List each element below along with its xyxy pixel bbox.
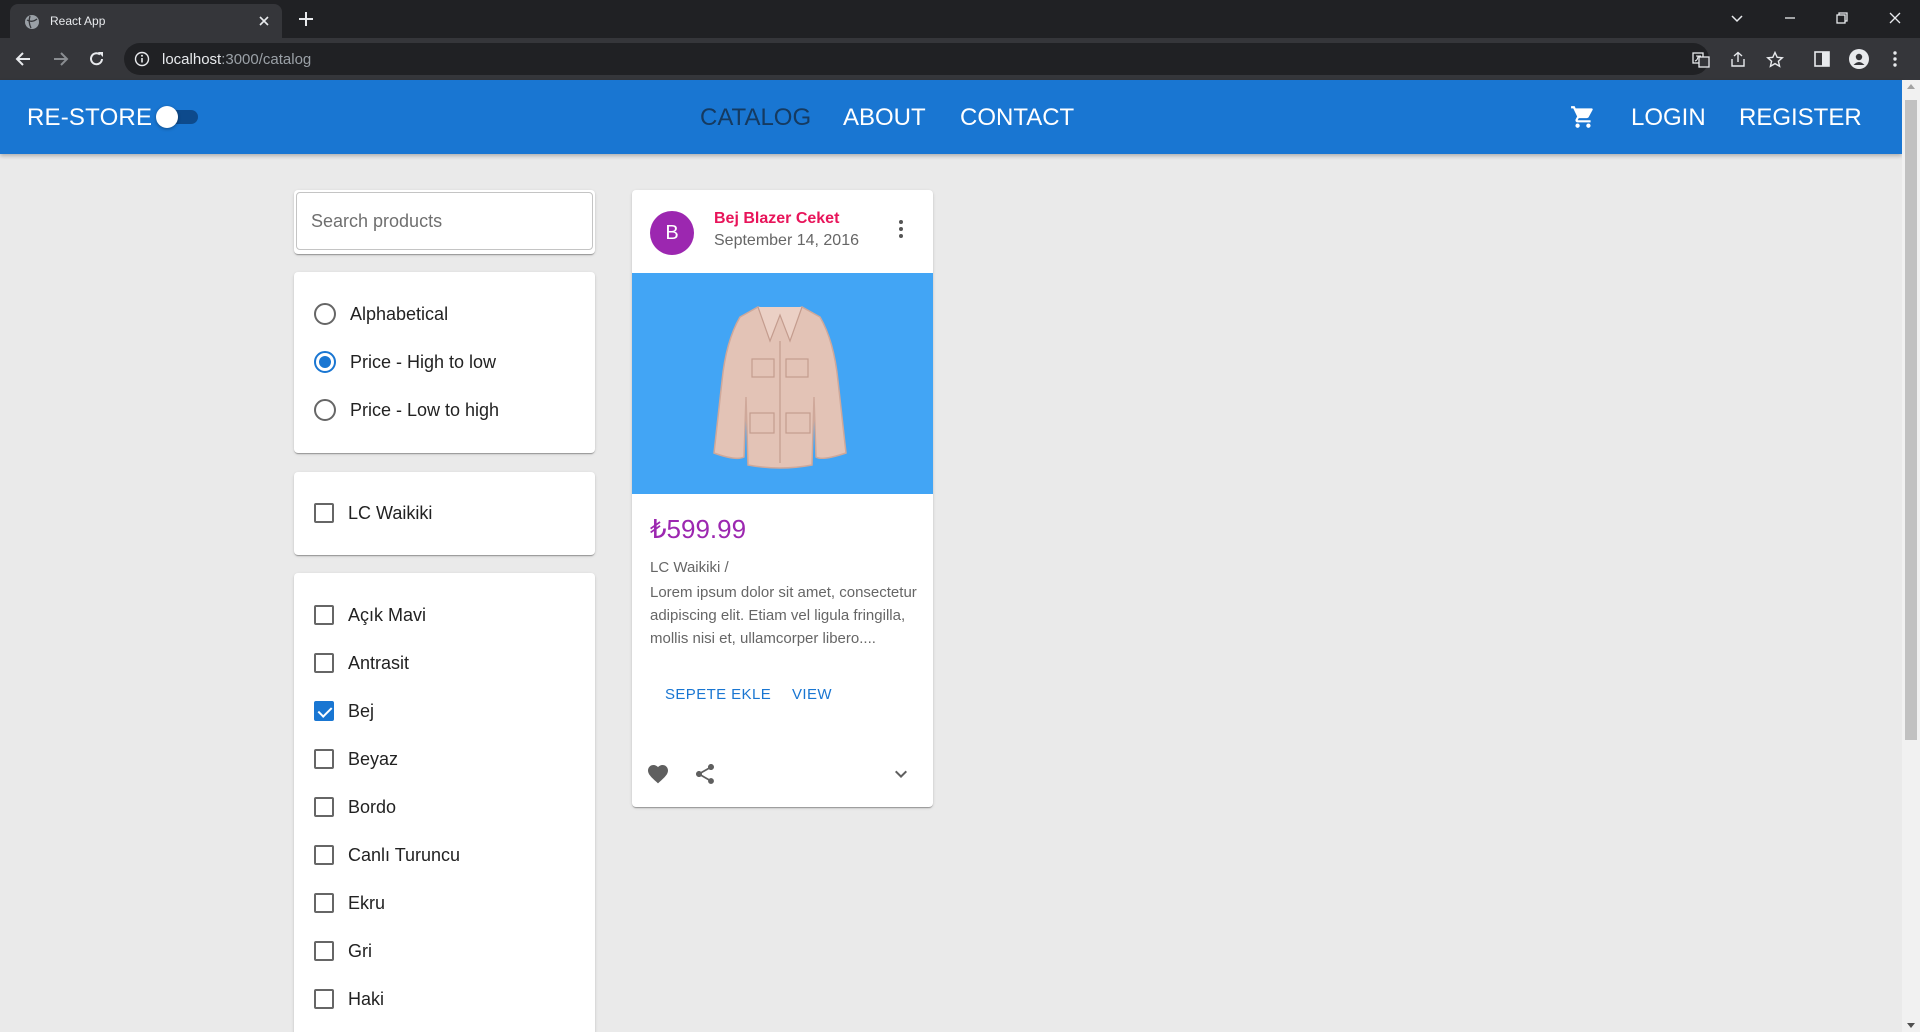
type-filter-item[interactable]: Bej [314, 696, 374, 726]
close-tab-icon[interactable] [256, 13, 272, 29]
add-to-cart-button[interactable]: SEPETE EKLE [665, 686, 771, 703]
type-filter-label: Bej [348, 700, 375, 721]
forward-icon[interactable] [50, 49, 70, 69]
type-filter-item[interactable]: Açık Mavi [314, 600, 426, 630]
share-icon[interactable] [1729, 51, 1747, 69]
type-filter-item[interactable]: Antrasit [314, 648, 409, 678]
reload-icon[interactable] [87, 49, 107, 69]
sort-option-alphabetical[interactable]: Alphabetical [314, 299, 448, 329]
avatar: B [650, 211, 694, 255]
type-filter-item[interactable]: Ekru [314, 888, 385, 918]
product-title: Bej Blazer Ceket [714, 210, 840, 227]
scrollbar-thumb[interactable] [1905, 100, 1917, 740]
favorite-icon[interactable] [646, 762, 670, 786]
address-bar: localhost:3000/catalog [0, 38, 1920, 80]
sort-option-label: Price - High to low [350, 351, 497, 372]
type-filter-item[interactable]: Canlı Turuncu [314, 840, 460, 870]
info-icon[interactable] [134, 51, 150, 67]
product-description: Lorem ipsum dolor sit amet, consectetur … [650, 584, 917, 647]
restore-icon[interactable] [1832, 8, 1852, 28]
tab-title: React App [50, 14, 106, 28]
scroll-down-arrow[interactable] [1907, 1023, 1915, 1028]
product-date: September 14, 2016 [714, 232, 859, 249]
jacket-image [713, 306, 847, 469]
checkbox[interactable] [314, 605, 334, 625]
new-tab-icon[interactable] [296, 9, 316, 29]
search-input[interactable] [296, 192, 593, 250]
bookmark-star-icon[interactable] [1766, 51, 1784, 69]
type-filter-label: Antrasit [348, 652, 410, 673]
checkbox[interactable] [314, 653, 334, 673]
page-scrollbar[interactable] [1902, 80, 1920, 1032]
profile-icon[interactable] [1849, 49, 1869, 69]
checkbox[interactable] [314, 503, 334, 523]
shopping-cart-icon[interactable] [1570, 104, 1596, 130]
expand-more-icon[interactable] [889, 762, 913, 786]
back-icon[interactable] [14, 49, 34, 69]
side-panel-icon[interactable] [1812, 49, 1832, 69]
radio-button[interactable] [314, 303, 336, 325]
product-price: ₺599.99 [650, 514, 747, 544]
app-header: RE-STORE CATALOG ABOUT CONTACT LOGIN REG… [0, 80, 1902, 154]
browser-tab[interactable]: React App [10, 4, 282, 38]
type-filter-item[interactable]: Gri [314, 936, 372, 966]
login-link[interactable]: LOGIN [1631, 104, 1706, 132]
checkbox-checked[interactable] [314, 701, 334, 721]
type-filter-item[interactable]: Haki [314, 984, 384, 1014]
type-filter-label: Haki [348, 988, 385, 1009]
product-card: B Bej Blazer Ceket September 14, 2016 ₺5… [632, 190, 933, 807]
product-image [632, 273, 933, 494]
radio-button-selected[interactable] [314, 351, 336, 373]
type-filter-panel: Açık Mavi Antrasit Bej Beyaz Bordo Canlı… [294, 573, 595, 1032]
brand-filter-label: LC Waikiki [348, 502, 433, 523]
close-window-icon[interactable] [1885, 8, 1905, 28]
type-filter-label: Açık Mavi [348, 604, 427, 625]
checkbox[interactable] [314, 893, 334, 913]
type-filter-item[interactable]: Bordo [314, 792, 396, 822]
brand-filter-panel: LC Waikiki [294, 472, 595, 555]
minimize-icon[interactable] [1780, 8, 1800, 28]
browser-tab-strip: React App [0, 0, 1920, 38]
url-path: :3000/catalog [221, 51, 312, 68]
nav-contact[interactable]: CONTACT [960, 104, 1074, 132]
url-field[interactable]: localhost:3000/catalog [124, 43, 1784, 75]
checkbox[interactable] [314, 797, 334, 817]
translate-icon[interactable] [1692, 51, 1710, 69]
nav-about[interactable]: ABOUT [843, 104, 926, 132]
checkbox[interactable] [314, 845, 334, 865]
tab-search-icon[interactable] [1727, 8, 1747, 28]
sort-option-price-asc[interactable]: Price - Low to high [314, 395, 499, 425]
more-vert-icon[interactable] [897, 218, 905, 240]
globe-icon [25, 15, 39, 29]
type-filter-label: Bordo [348, 796, 397, 817]
type-filter-label: Canlı Turuncu [348, 844, 461, 865]
brand-filter-item[interactable]: LC Waikiki [314, 498, 432, 528]
view-button[interactable]: VIEW [792, 686, 832, 703]
checkbox[interactable] [314, 989, 334, 1009]
register-link[interactable]: REGISTER [1739, 104, 1862, 132]
type-filter-label: Gri [348, 940, 372, 961]
sort-option-label: Price - Low to high [350, 399, 500, 420]
checkbox[interactable] [314, 749, 334, 769]
url-host: localhost [162, 51, 222, 68]
type-filter-label: Ekru [348, 892, 386, 913]
search-panel [294, 190, 595, 254]
nav-catalog[interactable]: CATALOG [700, 104, 811, 132]
share-icon[interactable] [693, 762, 717, 786]
product-brand: LC Waikiki / [650, 559, 729, 576]
type-filter-item[interactable]: Beyaz [314, 744, 398, 774]
brand-logo-text[interactable]: RE-STORE [27, 104, 152, 132]
radio-button[interactable] [314, 399, 336, 421]
sort-option-label: Alphabetical [350, 303, 449, 324]
sort-option-price-desc[interactable]: Price - High to low [314, 347, 496, 377]
sort-options-panel: Alphabetical Price - High to low Price -… [294, 272, 595, 453]
checkbox[interactable] [314, 941, 334, 961]
menu-dots-icon[interactable] [1885, 49, 1905, 69]
scroll-up-arrow[interactable] [1907, 84, 1915, 89]
url-text: localhost:3000/catalog [162, 51, 311, 68]
type-filter-label: Beyaz [348, 748, 399, 769]
dark-mode-switch[interactable] [156, 106, 178, 128]
